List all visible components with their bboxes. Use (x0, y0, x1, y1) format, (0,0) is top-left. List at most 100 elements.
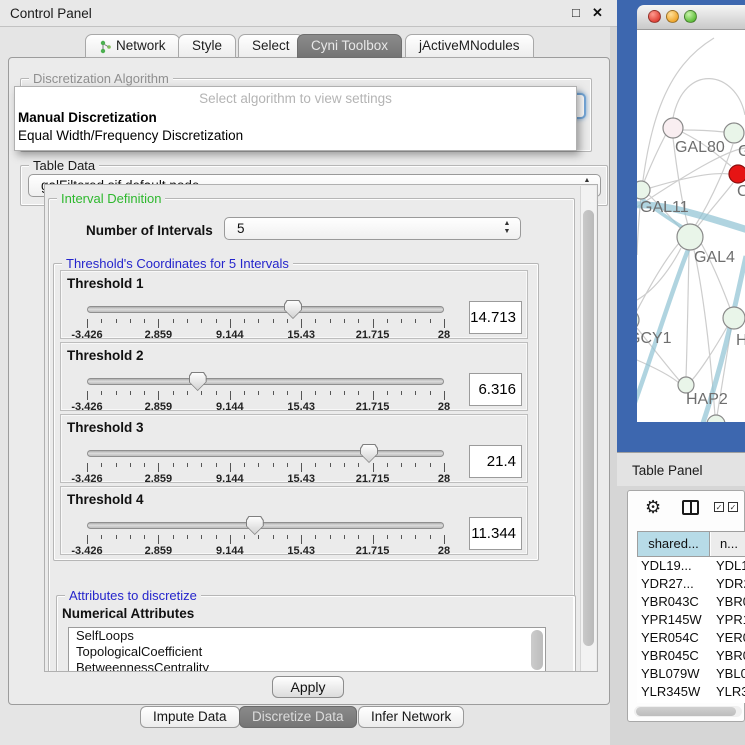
zoom-traffic-light-icon[interactable] (684, 10, 697, 23)
tick-mark (415, 391, 416, 395)
slider-track[interactable] (87, 522, 444, 529)
threshold-2-value-field[interactable]: 6.316 (469, 373, 522, 406)
tick-mark (287, 535, 288, 539)
tick-mark (358, 319, 359, 323)
minimize-traffic-light-icon[interactable] (666, 10, 679, 23)
scale-label: 15.43 (287, 473, 315, 485)
table-cell[interactable]: YDL1... (716, 557, 745, 575)
table-row[interactable]: YBR043C YBR0... (637, 593, 745, 611)
dropdown-placeholder-item[interactable]: Select algorithm to view settings (15, 91, 576, 106)
table-cell[interactable]: YBR045C (641, 647, 699, 665)
tab-style[interactable]: Style (178, 34, 236, 58)
tick-mark (201, 319, 202, 323)
table-horizontal-scrollbar[interactable] (634, 706, 742, 717)
table-cell[interactable]: YIL0... (716, 701, 745, 703)
tab-impute-data[interactable]: Impute Data (140, 706, 240, 728)
table-cell[interactable]: YBR0... (716, 647, 745, 665)
tab-select[interactable]: Select (238, 34, 304, 58)
scale-label: -3.426 (71, 401, 102, 413)
network-window-titlebar[interactable] (637, 5, 745, 30)
slider-track[interactable] (87, 306, 444, 313)
table-row[interactable]: YDL19... YDL1... (637, 557, 745, 575)
tick-mark (158, 319, 159, 328)
threshold-3-value-field[interactable]: 21.4 (469, 445, 522, 478)
table-cell[interactable]: YPR1... (716, 611, 745, 629)
table-cell[interactable]: YIL052C (641, 701, 692, 703)
threshold-1-value-field[interactable]: 14.713 (469, 301, 522, 334)
tick-mark (387, 463, 388, 467)
table-row[interactable]: YBL079W YBL0... (637, 665, 745, 683)
table-cell[interactable]: YBL0... (716, 665, 745, 683)
tab-jactivemnodules[interactable]: jActiveMNodules (405, 34, 534, 58)
float-window-icon[interactable]: □ (572, 5, 580, 20)
table-cell[interactable]: YER054C (641, 629, 699, 647)
table-cell[interactable]: YDR2... (716, 575, 745, 593)
table-row[interactable]: YBR045C YBR0... (637, 647, 745, 665)
tick-mark (216, 463, 217, 467)
tick-mark (373, 463, 374, 472)
table-row[interactable]: YIL052C YIL0... (637, 701, 745, 703)
tick-mark (273, 535, 274, 539)
table-cell[interactable]: YLR345W (641, 683, 700, 701)
attribute-list-item[interactable]: BetweennessCentrality (69, 660, 545, 672)
table-row[interactable]: YDR27... YDR2... (637, 575, 745, 593)
slider-thumb[interactable] (189, 372, 207, 391)
columns-icon[interactable] (682, 500, 699, 515)
tick-mark (158, 391, 159, 400)
tick-mark (216, 391, 217, 395)
settings-scroll-viewport: Interval Definition Number of Intervals … (44, 184, 598, 672)
tab-network[interactable]: Network (85, 34, 180, 58)
column-header-shared-name[interactable]: shared... (638, 532, 710, 556)
attributes-list-scrollbar[interactable] (531, 630, 543, 670)
threshold-3-slider[interactable]: -3.4262.8599.14415.4321.71528 (87, 446, 444, 480)
threshold-2-slider[interactable]: -3.4262.8599.14415.4321.71528 (87, 374, 444, 408)
threshold-1-slider[interactable]: -3.4262.8599.14415.4321.71528 (87, 302, 444, 336)
settings-scrollbar-track[interactable] (580, 186, 596, 672)
tab-infer-network[interactable]: Infer Network (358, 706, 464, 728)
slider-ticks (87, 391, 444, 400)
tab-discretize-data[interactable]: Discretize Data (239, 706, 357, 728)
table-cell[interactable]: YLR3... (716, 683, 745, 701)
slider-thumb[interactable] (246, 516, 264, 535)
table-cell[interactable]: YBR0... (716, 593, 745, 611)
network-canvas[interactable]: GAL80 GA C GAL11 GAL4 GCY1 H HAP2 (637, 30, 745, 422)
table-cell[interactable]: YBL079W (641, 665, 700, 683)
table-panel-titlebar: Table Panel (617, 452, 745, 486)
table-cell[interactable]: YER0... (716, 629, 745, 647)
table-row[interactable]: YER054C YER0... (637, 629, 745, 647)
threshold-4-slider[interactable]: -3.4262.8599.14415.4321.71528 (87, 518, 444, 552)
gear-icon[interactable]: ⚙ (645, 497, 661, 518)
table-cell[interactable]: YDR27... (641, 575, 694, 593)
column-header-name[interactable]: n... (711, 532, 745, 556)
dropdown-item-manual-discretization[interactable]: Manual Discretization (18, 110, 157, 125)
table-cell[interactable]: YBR043C (641, 593, 699, 611)
checkbox-icon[interactable]: ✓ (728, 502, 738, 512)
slider-thumb[interactable] (284, 300, 302, 319)
table-horizontal-scrollbar-thumb[interactable] (636, 707, 736, 716)
table-cell[interactable]: YDL19... (641, 557, 692, 575)
table-cell[interactable]: YPR145W (641, 611, 702, 629)
tick-mark (101, 463, 102, 467)
numerical-attributes-list[interactable]: SelfLoopsTopologicalCoefficientBetweenne… (68, 627, 546, 672)
attribute-list-item[interactable]: TopologicalCoefficient (69, 644, 545, 660)
slider-track[interactable] (87, 378, 444, 385)
node-label-gal4: GAL4 (694, 249, 735, 266)
settings-scrollbar-thumb[interactable] (583, 210, 594, 646)
apply-button[interactable]: Apply (272, 676, 344, 698)
threshold-4-value-field[interactable]: 11.344 (469, 517, 522, 550)
close-panel-icon[interactable]: ✕ (592, 5, 603, 21)
slider-track[interactable] (87, 450, 444, 457)
tick-mark (358, 463, 359, 467)
dropdown-item-equal-width-frequency[interactable]: Equal Width/Frequency Discretization (18, 128, 243, 143)
table-row[interactable]: YPR145W YPR1... (637, 611, 745, 629)
number-of-intervals-combobox[interactable]: 5 ▲▼ (224, 217, 521, 240)
tick-mark (387, 535, 388, 539)
slider-thumb[interactable] (360, 444, 378, 463)
tab-cyni-toolbox[interactable]: Cyni Toolbox (297, 34, 402, 58)
checkbox-icon[interactable]: ✓ (714, 502, 724, 512)
attribute-list-item[interactable]: SelfLoops (69, 628, 545, 644)
tab-discretize-data-label: Discretize Data (252, 709, 344, 724)
close-traffic-light-icon[interactable] (648, 10, 661, 23)
scale-label: 15.43 (287, 329, 315, 341)
table-row[interactable]: YLR345W YLR3... (637, 683, 745, 701)
